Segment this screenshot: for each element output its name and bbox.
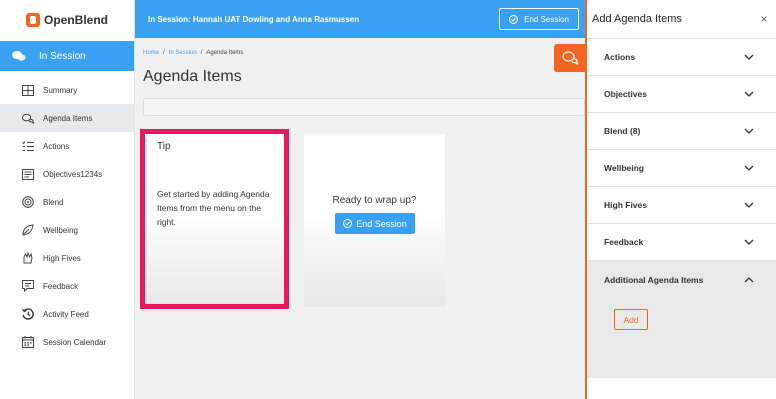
sidebar-item-in-session[interactable]: In Session [0,41,134,71]
summary-grid-icon [22,84,34,96]
accordion-item-objectives[interactable]: Objectives [587,76,776,113]
chevron-down-icon [744,165,754,171]
main-content: Home / In Session / Agenda Items Agenda … [135,38,585,399]
accordion-item-high-fives[interactable]: High Fives [587,187,776,224]
accordion-item-actions[interactable]: Actions [587,39,776,76]
panel-title: Add Agenda Items [592,13,682,25]
agenda-filter-bar[interactable] [143,98,585,116]
accordion-label: Objectives [604,89,647,99]
sidebar-item-label: Actions [43,141,70,151]
accordion-item-feedback[interactable]: Feedback [587,224,776,261]
chevron-down-icon [744,54,754,60]
breadcrumb-separator: / [163,50,165,56]
add-agenda-item-button[interactable]: Add [614,309,648,330]
breadcrumb-in-session[interactable]: In Session [169,50,197,56]
sidebar-item-label: Objectives1234s [43,169,103,179]
breadcrumb: Home / In Session / Agenda Items [143,50,243,56]
session-topbar: In Session: Hannah UAT Dowling and Anna … [135,0,585,38]
logo[interactable]: OpenBlend [0,0,134,40]
chat-bubbles-icon [22,112,34,124]
sidebar-item-agenda-items[interactable]: Agenda Items [0,104,134,132]
chevron-down-icon [744,239,754,245]
chat-bubbles-icon [12,50,26,62]
chevron-down-icon [744,128,754,134]
add-agenda-items-panel: Add Agenda Items × Actions Objectives Bl… [585,0,776,399]
accordion-label: High Fives [604,200,647,210]
sidebar-item-label: In Session [39,50,86,62]
end-session-button[interactable]: End Session [499,8,579,30]
page-title: Agenda Items [143,68,242,85]
accordion-item-blend[interactable]: Blend (8) [587,113,776,150]
sidebar-item-label: Summary [43,85,78,95]
check-circle-icon [509,14,519,24]
tip-card: Tip Get started by adding Agenda Items f… [140,129,289,309]
sidebar-item-activity-feed[interactable]: Activity Feed [0,300,134,328]
panel-header: Add Agenda Items × [587,0,776,38]
chat-bubbles-icon [561,51,578,65]
accordion-label: Feedback [604,237,644,247]
chevron-down-icon [744,202,754,208]
accordion-item-additional-agenda-items[interactable]: Additional Agenda Items [587,261,776,298]
breadcrumb-separator: / [200,50,203,56]
check-circle-icon [343,219,353,228]
sidebar-item-actions[interactable]: Actions [0,132,134,160]
accordion-label: Actions [604,52,636,62]
checklist-icon [22,140,34,152]
leaf-icon [22,224,34,236]
sidebar-item-label: Blend [43,197,64,207]
sidebar-item-objectives[interactable]: Objectives1234s [0,160,134,188]
session-title: In Session: Hannah UAT Dowling and Anna … [148,14,360,24]
objectives-icon [22,168,34,180]
end-session-label: End Session [524,14,569,24]
sidebar: OpenBlend In Session Summary Agenda Item… [0,0,135,399]
accordion-label: Additional Agenda Items [604,274,704,285]
tip-card-body: Get started by adding Agenda Items from … [157,189,270,227]
agenda-accordion: Actions Objectives Blend (8) Wellbeing H… [587,38,776,378]
sidebar-item-label: Feedback [43,281,79,291]
brand-name: OpenBlend [44,13,109,27]
breadcrumb-home[interactable]: Home [143,50,159,56]
sidebar-item-wellbeing[interactable]: Wellbeing [0,216,134,244]
end-session-card-label: End Session [356,218,407,229]
breadcrumb-current: Agenda Items [206,50,244,56]
sidebar-item-blend[interactable]: Blend [0,188,134,216]
end-session-card-button[interactable]: End Session [335,213,415,234]
sidebar-item-label: High Fives [43,253,81,263]
sidebar-item-high-fives[interactable]: High Fives [0,244,134,272]
close-icon[interactable]: × [757,12,771,26]
sidebar-item-session-calendar[interactable]: Session Calendar [0,328,134,356]
sidebar-item-label: Agenda Items [43,113,93,123]
sidebar-item-label: Session Calendar [43,337,107,347]
sidebar-item-label: Activity Feed [43,309,89,319]
sidebar-item-label: Wellbeing [43,225,78,235]
chevron-down-icon [744,91,754,97]
sidebar-item-feedback[interactable]: Feedback [0,272,134,300]
high-five-icon [22,252,34,264]
calendar-icon [22,336,34,348]
tip-card-title: Tip [157,141,171,152]
sidebar-item-summary[interactable]: Summary [0,76,134,104]
accordion-item-wellbeing[interactable]: Wellbeing [587,150,776,187]
feedback-icon [22,280,34,292]
history-icon [22,308,34,320]
chevron-up-icon [744,276,754,283]
open-agenda-panel-button[interactable] [554,44,585,72]
openblend-logo-icon [26,13,40,27]
accordion-label: Wellbeing [604,163,644,173]
target-icon [22,196,34,208]
wrap-up-card: Ready to wrap up? End Session [304,134,445,307]
accordion-label: Blend (8) [604,126,641,136]
wrap-up-question: Ready to wrap up? [332,195,417,206]
additional-agenda-items-body: Add [587,298,776,378]
